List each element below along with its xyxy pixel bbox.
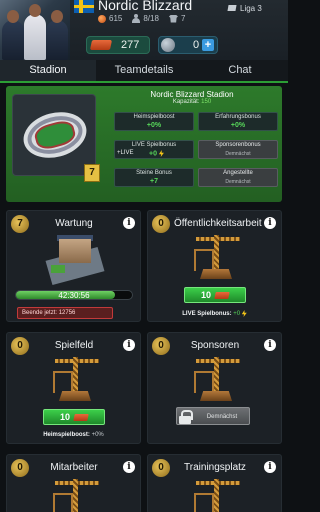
building-title: Trainingsplatz xyxy=(184,462,246,473)
bolt-icon xyxy=(241,310,247,317)
stat-rating: 615 xyxy=(98,14,122,23)
building-level-badge: 0 xyxy=(152,215,170,233)
build-button[interactable]: 10 xyxy=(43,409,105,425)
team-header: Nordic Blizzard Liga 3 615 8/18 7 277 0 … xyxy=(0,0,288,60)
stat-shirts: 7 xyxy=(168,14,185,23)
building-title: Spielfeld xyxy=(54,340,94,351)
info-icon[interactable]: i xyxy=(264,339,276,351)
building-card-trainingsplatz[interactable]: 0 Trainingsplatz i xyxy=(147,454,282,512)
cash-balance[interactable]: 277 xyxy=(86,36,150,54)
lock-icon xyxy=(179,410,193,424)
building-title: Mitarbeiter xyxy=(50,462,98,473)
building-card-wartung[interactable]: 7 Wartung i 42:30:56 Beende jetzt: 12756 xyxy=(6,210,141,322)
bolt-icon xyxy=(158,150,164,157)
construction-crane-icon xyxy=(190,233,242,279)
construction-crane-icon xyxy=(190,355,242,401)
info-icon[interactable]: i xyxy=(123,339,135,351)
upgrade-timer: 42:30:56 xyxy=(58,291,90,300)
building-card-sponsoren[interactable]: 0 Sponsoren i Demnächst xyxy=(147,332,282,444)
building-level-badge: 7 xyxy=(11,215,29,233)
building-card-oeffentlichkeitsarbeit[interactable]: 0 Öffentlichkeitsarbeit i 10 LIVE Spielb… xyxy=(147,210,282,322)
add-coins-button[interactable]: + xyxy=(202,39,214,51)
building-title: Sponsoren xyxy=(190,340,240,351)
bonus-sponsorenbonus: Sponsorenbonus Demnächst xyxy=(198,140,278,159)
coin-balance[interactable]: 0 + xyxy=(158,36,218,54)
building-card-mitarbeiter[interactable]: 0 Mitarbeiter i xyxy=(6,454,141,512)
tab-stadion[interactable]: Stadion xyxy=(0,60,96,81)
tab-chat[interactable]: Chat xyxy=(192,60,288,81)
building-level-badge: 0 xyxy=(11,459,29,477)
info-icon[interactable]: i xyxy=(123,461,135,473)
bonus-erfahrungsbonus: Erfahrungsbonus +0% xyxy=(198,112,278,131)
stadium-name: Nordic Blizzard Stadion xyxy=(150,90,234,99)
coin-icon xyxy=(161,38,175,52)
team-stats: 615 8/18 7 xyxy=(98,14,185,23)
upgrade-progress-bar: 42:30:56 xyxy=(15,290,133,300)
maintenance-building-image xyxy=(45,233,105,286)
building-title: Öffentlichkeitsarbeit xyxy=(174,218,262,229)
stadium-level-badge: 7 xyxy=(84,164,100,182)
rating-icon xyxy=(98,14,106,23)
tab-teamdetails[interactable]: Teamdetails xyxy=(96,60,192,81)
construction-crane-icon xyxy=(49,355,101,401)
info-icon[interactable]: i xyxy=(264,217,276,229)
coin-value: 0 xyxy=(193,39,200,51)
finish-now-button[interactable]: Beende jetzt: 12756 xyxy=(17,307,113,319)
locked-button: Demnächst xyxy=(176,407,250,425)
bonus-live-spielbonus: LIVE Spielbonus +LIVE +0 xyxy=(114,140,194,159)
construction-crane-icon xyxy=(190,477,242,512)
league-indicator[interactable]: Liga 3 xyxy=(228,4,262,13)
shirt-icon xyxy=(168,14,178,23)
bonus-steine: Steine Bonus +7 xyxy=(114,168,194,187)
league-label: Liga 3 xyxy=(240,4,262,13)
build-button[interactable]: 10 xyxy=(184,287,246,303)
building-title: Wartung xyxy=(55,218,93,229)
sweden-flag-icon xyxy=(74,0,94,13)
stat-players: 8/18 xyxy=(132,14,159,23)
building-level-badge: 0 xyxy=(152,337,170,355)
info-icon[interactable]: i xyxy=(123,217,135,229)
building-bonus: LIVE Spielbonus: +0 xyxy=(148,310,281,317)
team-name: Nordic Blizzard xyxy=(98,0,193,13)
tab-underline xyxy=(0,81,288,83)
building-level-badge: 0 xyxy=(152,459,170,477)
cash-icon xyxy=(89,40,113,50)
cash-value: 277 xyxy=(121,39,140,51)
bonus-angestellte: Angestellte Demnächst xyxy=(198,168,278,187)
building-card-spielfeld[interactable]: 0 Spielfeld i 10 Heimspielboost: +0% xyxy=(6,332,141,444)
tab-bar: Stadion Teamdetails Chat xyxy=(0,60,288,81)
stadium-capacity: Kapazität: 150 xyxy=(172,99,212,105)
building-level-badge: 0 xyxy=(11,337,29,355)
stadium-panel: 7 Nordic Blizzard Stadion Kapazität: 150… xyxy=(6,86,282,202)
bonus-heimspielboost: Heimspielboost +0% xyxy=(114,112,194,131)
team-photo[interactable] xyxy=(0,0,70,60)
building-bonus: Heimspielboost: +0% xyxy=(43,432,104,438)
cash-icon xyxy=(214,291,230,299)
construction-crane-icon xyxy=(49,477,101,512)
info-icon[interactable]: i xyxy=(264,461,276,473)
league-icon xyxy=(228,5,237,12)
cash-icon xyxy=(73,413,89,421)
player-icon xyxy=(132,14,141,23)
